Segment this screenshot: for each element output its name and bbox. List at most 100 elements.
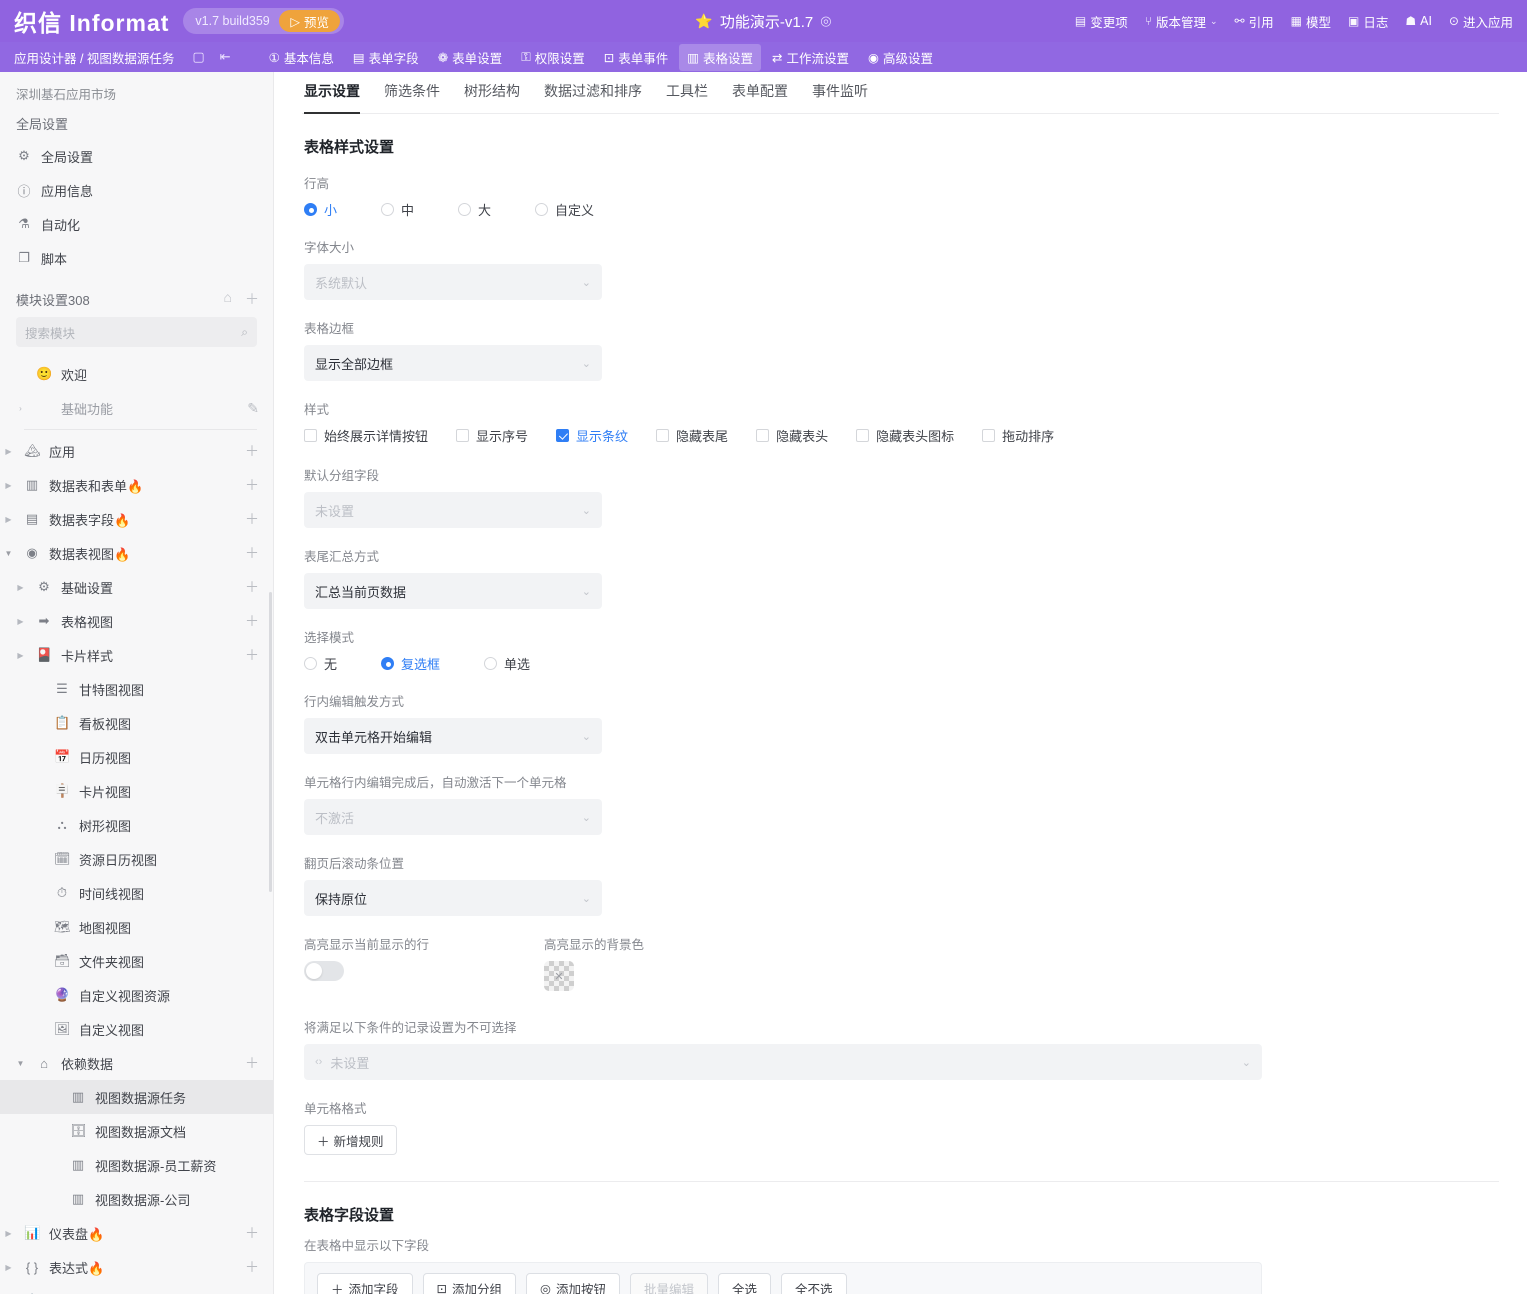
highlight-color-swatch[interactable]: [544, 961, 574, 991]
sidebar-item-5[interactable]: ▼◉数据表视图🔥＋: [0, 536, 273, 570]
top-action-log[interactable]: ▣ 日志: [1348, 12, 1388, 31]
batch-edit-button[interactable]: 批量编辑: [630, 1273, 708, 1294]
default-group-select[interactable]: 未设置 ⌄: [304, 492, 602, 528]
sidebar-item-17[interactable]: 🗃文件夹视图: [0, 944, 273, 978]
sidebar-item-6[interactable]: ▶⚙基础设置＋: [0, 570, 273, 604]
chevron-right-icon[interactable]: ▶: [2, 515, 15, 524]
sidebar-item-0[interactable]: 🙂欢迎: [0, 357, 273, 391]
sidebar-item-9[interactable]: ☰甘特图视图: [0, 672, 273, 706]
deselect-all-button[interactable]: 全不选: [781, 1273, 847, 1294]
top-action-ai[interactable]: ☗ AI: [1405, 14, 1432, 28]
add-child-icon[interactable]: ＋: [245, 441, 259, 461]
sidebar-item-automation[interactable]: ⚗ 自动化: [0, 207, 273, 241]
add-child-icon[interactable]: ＋: [245, 577, 259, 597]
chevron-right-icon[interactable]: ▶: [14, 583, 27, 592]
edit-icon[interactable]: ✎: [247, 400, 259, 417]
top-action-model[interactable]: ▦ 模型: [1291, 12, 1331, 31]
row-height-option-large[interactable]: 大: [458, 200, 491, 219]
sidebar-item-23[interactable]: ▥视图数据源-员工薪资: [0, 1148, 273, 1182]
add-module-icon[interactable]: ＋: [245, 289, 259, 309]
home-icon[interactable]: ⌂: [224, 289, 232, 309]
sidebar-item-8[interactable]: ▶🎴卡片样式＋: [0, 638, 273, 672]
sidebar-item-24[interactable]: ▥视图数据源-公司: [0, 1182, 273, 1216]
add-field-button[interactable]: ＋ 添加字段: [317, 1273, 413, 1294]
top-action-changes[interactable]: ▤ 变更项: [1075, 12, 1128, 31]
search-input[interactable]: 搜索模块 ⌕: [16, 317, 257, 347]
font-size-select[interactable]: 系统默认 ⌄: [304, 264, 602, 300]
sidebar-item-11[interactable]: 📅日历视图: [0, 740, 273, 774]
chevron-down-icon[interactable]: ▼: [14, 1059, 27, 1068]
nav-tab-workflow[interactable]: ⇄ 工作流设置: [764, 44, 857, 71]
sidebar-item-script[interactable]: ❐ 脚本: [0, 241, 273, 275]
sidebar-scrollbar[interactable]: [269, 592, 272, 892]
tab-toolbar[interactable]: 工具栏: [666, 81, 708, 114]
chevron-right-icon[interactable]: ›: [14, 404, 27, 413]
disable-condition-select[interactable]: ‹› 未设置 ⌄: [304, 1044, 1262, 1080]
sidebar-item-10[interactable]: 📋看板视图: [0, 706, 273, 740]
sidebar-item-13[interactable]: ⛬树形视图: [0, 808, 273, 842]
chevron-right-icon[interactable]: ▶: [2, 1229, 15, 1238]
scroll-position-select[interactable]: 保持原位 ⌄: [304, 880, 602, 916]
collapse-icon[interactable]: ⇤: [220, 49, 231, 65]
sidebar-item-19[interactable]: 🖼自定义视图: [0, 1012, 273, 1046]
add-child-icon[interactable]: ＋: [245, 543, 259, 563]
tab-filter-conditions[interactable]: 筛选条件: [384, 81, 440, 114]
sidebar-item-app-info[interactable]: ⓘ 应用信息: [0, 173, 273, 207]
select-all-button[interactable]: 全选: [718, 1273, 771, 1294]
sidebar-item-7[interactable]: ▶➡表格视图＋: [0, 604, 273, 638]
top-action-version[interactable]: ⑂ 版本管理 ⌄: [1145, 12, 1218, 31]
add-button-button[interactable]: ◎ 添加按钮: [526, 1273, 620, 1294]
add-child-icon[interactable]: ＋: [245, 475, 259, 495]
table-border-select[interactable]: 显示全部边框 ⌄: [304, 345, 602, 381]
inline-edit-trigger-select[interactable]: 双击单元格开始编辑 ⌄: [304, 718, 602, 754]
top-action-enter-app[interactable]: ⊙ 进入应用: [1449, 12, 1513, 31]
chevron-down-icon[interactable]: ▼: [2, 549, 15, 558]
chevron-right-icon[interactable]: ▶: [14, 617, 27, 626]
nav-tab-basic-info[interactable]: ① 基本信息: [261, 44, 342, 71]
add-child-icon[interactable]: ＋: [245, 611, 259, 631]
tab-display-settings[interactable]: 显示设置: [304, 81, 360, 114]
sidebar-item-4[interactable]: ▶▤数据表字段🔥＋: [0, 502, 273, 536]
select-mode-option-none[interactable]: 无: [304, 654, 337, 673]
highlight-row-toggle[interactable]: [304, 961, 344, 981]
note-icon[interactable]: ▢: [192, 49, 204, 65]
style-option-drag-sort[interactable]: 拖动排序: [982, 426, 1054, 445]
nav-tab-form-events[interactable]: ⊡ 表单事件: [596, 44, 677, 71]
style-option-show-index[interactable]: 显示序号: [456, 426, 528, 445]
sidebar-item-14[interactable]: 🗓资源日历视图: [0, 842, 273, 876]
style-option-show-stripe[interactable]: 显示条纹: [556, 426, 628, 445]
sidebar-item-26[interactable]: ▶{ }表达式🔥＋: [0, 1250, 273, 1284]
sidebar-item-2[interactable]: ▶🏔应用＋: [0, 434, 273, 468]
select-mode-option-checkbox[interactable]: 复选框: [381, 654, 440, 673]
add-child-icon[interactable]: ＋: [245, 509, 259, 529]
sidebar-item-20[interactable]: ▼⌂依赖数据＋: [0, 1046, 273, 1080]
row-height-option-small[interactable]: 小: [304, 200, 337, 219]
chevron-right-icon[interactable]: ▶: [2, 447, 15, 456]
chevron-right-icon[interactable]: ▶: [2, 481, 15, 490]
nav-tab-permissions[interactable]: ⚿ 权限设置: [513, 44, 593, 71]
style-option-hide-header[interactable]: 隐藏表头: [756, 426, 828, 445]
tab-event-listener[interactable]: 事件监听: [812, 81, 868, 114]
style-option-hide-header-icon[interactable]: 隐藏表头图标: [856, 426, 954, 445]
sidebar-item-18[interactable]: 🔮自定义视图资源: [0, 978, 273, 1012]
sidebar-item-22[interactable]: 🗄视图数据源文档: [0, 1114, 273, 1148]
add-child-icon[interactable]: ＋: [245, 1223, 259, 1243]
sidebar-item-global-settings[interactable]: ⚙ 全局设置: [0, 139, 273, 173]
add-child-icon[interactable]: ＋: [245, 1257, 259, 1277]
chevron-right-icon[interactable]: ▶: [2, 1263, 15, 1272]
tab-tree-structure[interactable]: 树形结构: [464, 81, 520, 114]
sidebar-item-16[interactable]: 🗺地图视图: [0, 910, 273, 944]
add-child-icon[interactable]: ＋: [245, 1053, 259, 1073]
sidebar-item-15[interactable]: ⏱时间线视图: [0, 876, 273, 910]
sidebar-item-1[interactable]: ›基础功能✎: [0, 391, 273, 425]
help-icon[interactable]: ◎: [820, 13, 831, 29]
tab-data-filter-sort[interactable]: 数据过滤和排序: [544, 81, 642, 114]
sidebar-item-3[interactable]: ▶▥数据表和表单🔥＋: [0, 468, 273, 502]
auto-next-cell-select[interactable]: 不激活 ⌄: [304, 799, 602, 835]
nav-tab-table-settings[interactable]: ▥ 表格设置: [679, 44, 761, 71]
footer-summary-select[interactable]: 汇总当前页数据 ⌄: [304, 573, 602, 609]
sidebar-item-21[interactable]: ▥视图数据源任务: [0, 1080, 273, 1114]
nav-tab-advanced[interactable]: ◉ 高级设置: [860, 44, 941, 71]
top-action-reference[interactable]: ⚯ 引用: [1235, 12, 1274, 31]
module-tree[interactable]: 🙂欢迎›基础功能✎ ▶🏔应用＋▶▥数据表和表单🔥＋▶▤数据表字段🔥＋▼◉数据表视图…: [0, 357, 273, 1294]
